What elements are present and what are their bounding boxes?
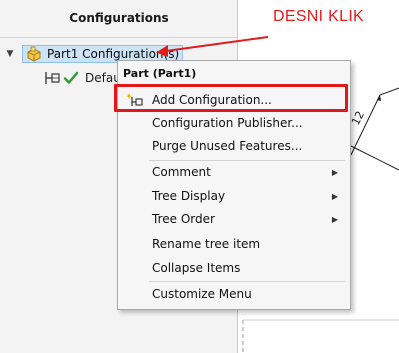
dimension-label: 12 — [349, 109, 367, 127]
menu-item-collapse-items[interactable]: Collapse Items — [119, 257, 349, 279]
menu-separator — [149, 281, 345, 282]
menu-item-comment[interactable]: Comment ▶ — [119, 161, 349, 183]
context-menu-header: Part (Part1) — [123, 67, 197, 80]
menu-item-rename-tree-item[interactable]: Rename tree item — [119, 233, 349, 255]
panel-title: Configurations — [0, 0, 238, 38]
menu-item-label: Collapse Items — [152, 261, 241, 275]
menu-item-label: Customize Menu — [152, 287, 252, 301]
part-icon — [25, 45, 43, 63]
menu-item-label: Configuration Publisher... — [152, 116, 303, 130]
menu-item-configuration-publisher[interactable]: Configuration Publisher... — [119, 112, 349, 134]
solidworks-window: Configurations ▼ Part1 Configuration(s) — [0, 0, 399, 353]
menu-item-label: Purge Unused Features... — [152, 139, 303, 153]
menu-item-label: Tree Display — [152, 189, 226, 203]
menu-item-label: Tree Order — [152, 212, 215, 226]
menu-item-customize-menu[interactable]: Customize Menu — [119, 283, 349, 305]
annotation-text: DESNI KLIK — [273, 8, 365, 25]
tree-root-label: Part1 Configuration(s) — [47, 47, 180, 61]
menu-item-label: Rename tree item — [152, 237, 261, 251]
highlight-box — [114, 84, 348, 112]
menu-item-label: Comment — [152, 165, 211, 179]
submenu-arrow-icon: ▶ — [331, 167, 338, 177]
submenu-arrow-icon: ▶ — [331, 214, 338, 224]
collapse-arrow-icon[interactable]: ▼ — [4, 48, 16, 60]
menu-item-tree-order[interactable]: Tree Order ▶ — [119, 208, 349, 230]
menu-item-tree-display[interactable]: Tree Display ▶ — [119, 185, 349, 207]
checkmark-icon — [62, 69, 80, 87]
configuration-icon — [44, 69, 62, 87]
menu-item-purge-unused-features[interactable]: Purge Unused Features... — [119, 135, 349, 157]
submenu-arrow-icon: ▶ — [331, 191, 338, 201]
